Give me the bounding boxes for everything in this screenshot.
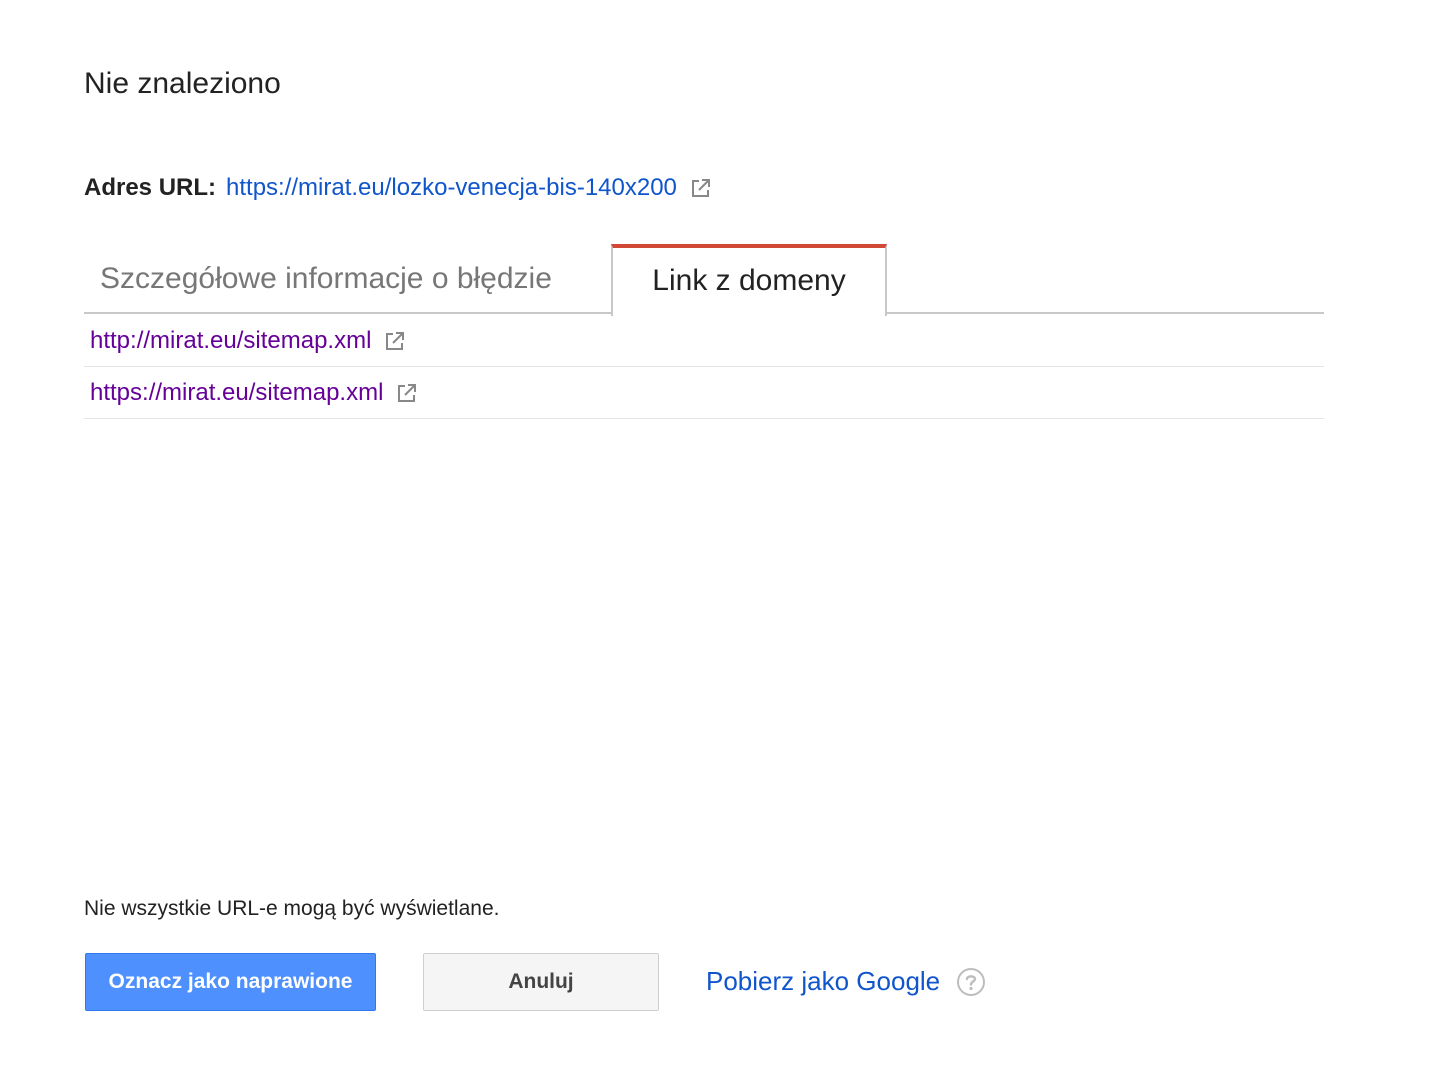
tab-linked-from[interactable]: Link z domeny [611, 244, 887, 316]
fetch-as-google-link[interactable]: Pobierz jako Google [706, 964, 940, 998]
list-item: http://mirat.eu/sitemap.xml [84, 315, 1324, 367]
cancel-button[interactable]: Anuluj [423, 953, 659, 1011]
dialog: Nie znaleziono Adres URL: https://mirat.… [0, 0, 1448, 1071]
page-title: Nie znaleziono [84, 67, 281, 100]
list-item: https://mirat.eu/sitemap.xml [84, 367, 1324, 419]
url-link[interactable]: https://mirat.eu/lozko-venecja-bis-140x2… [226, 172, 677, 204]
sitemap-link[interactable]: https://mirat.eu/sitemap.xml [90, 379, 383, 407]
url-label: Adres URL: [84, 174, 217, 201]
mark-as-fixed-button[interactable]: Oznacz jako naprawione [85, 953, 376, 1011]
tab-error-details[interactable]: Szczegółowe informacje o błędzie [84, 244, 612, 314]
footnote: Nie wszystkie URL-e mogą być wyświetlane… [84, 897, 500, 920]
url-row: Adres URL: https://mirat.eu/lozko-venecj… [84, 172, 713, 204]
external-link-icon[interactable] [395, 381, 419, 405]
external-link-icon[interactable] [383, 329, 407, 353]
linked-from-list: http://mirat.eu/sitemap.xml https://mira… [84, 315, 1324, 419]
tab-bar: Szczegółowe informacje o błędzie Link z … [84, 244, 1324, 316]
external-link-icon[interactable] [689, 176, 713, 200]
sitemap-link[interactable]: http://mirat.eu/sitemap.xml [90, 327, 371, 355]
help-circle-icon[interactable] [956, 967, 986, 997]
